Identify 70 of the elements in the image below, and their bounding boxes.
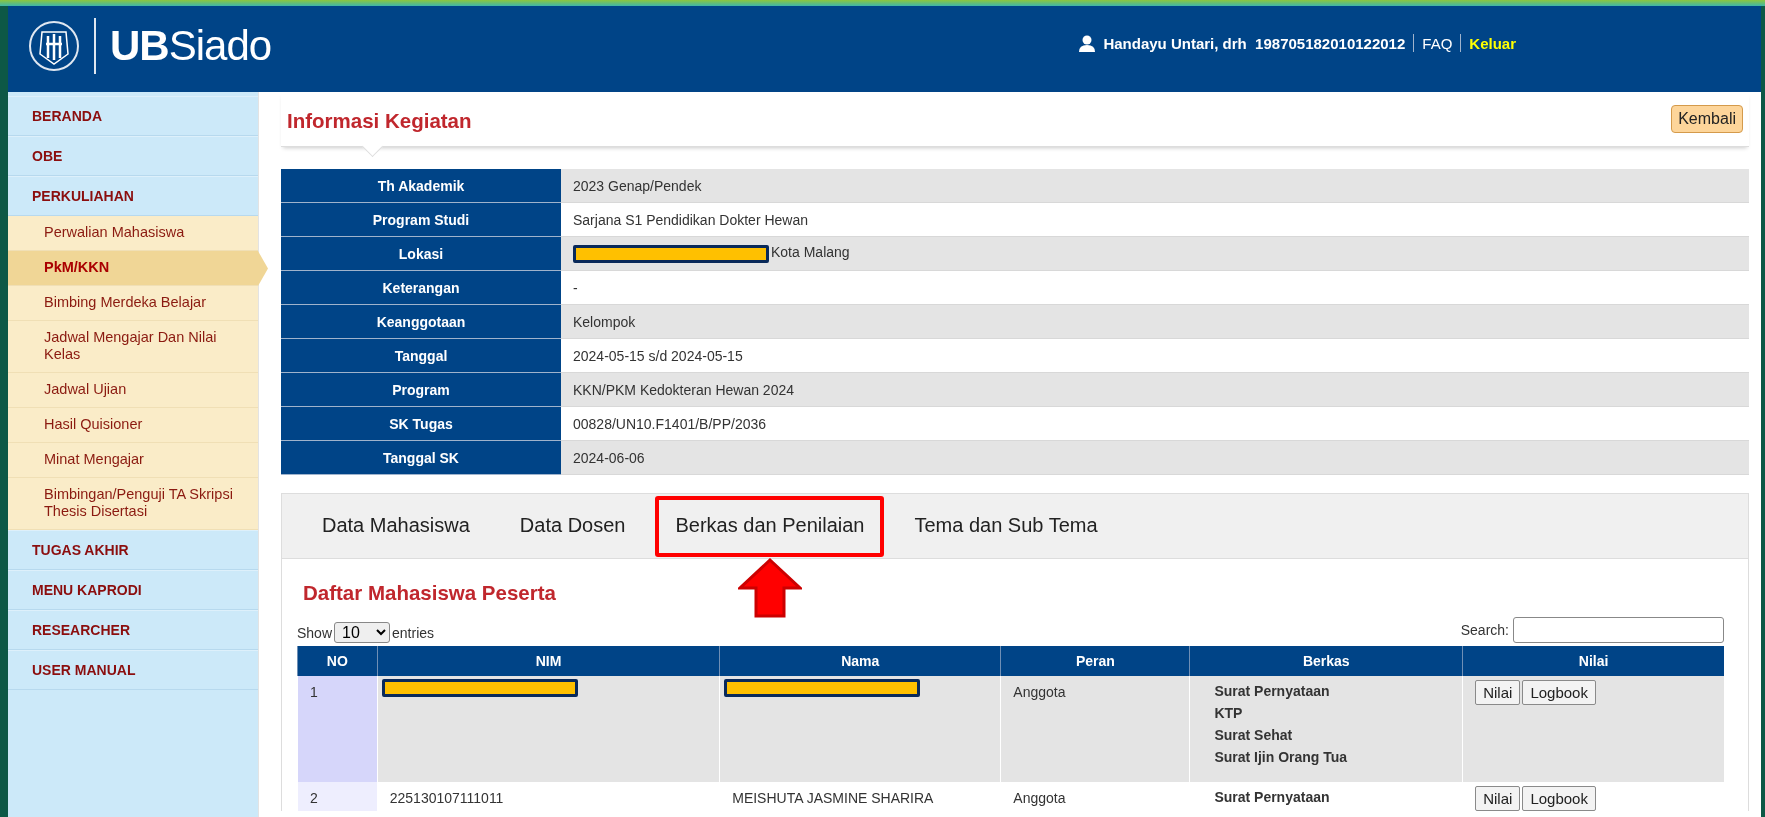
file-name: Surat Pernyataan xyxy=(1213,682,1331,701)
column-header: Nama xyxy=(719,646,1001,676)
university-emblem-icon xyxy=(28,18,80,74)
table-cell: 1 xyxy=(297,676,378,782)
action-button[interactable]: Logbook xyxy=(1522,786,1596,811)
sidebar-subitem[interactable]: Bimbing Merdeka Belajar xyxy=(8,286,258,321)
logo-text: UBSiado xyxy=(110,22,272,70)
column-header: Berkas xyxy=(1189,646,1463,676)
up-arrow-icon xyxy=(737,558,802,618)
sidebar-item[interactable]: OBE xyxy=(8,136,258,176)
file-name: Surat Sehat xyxy=(1213,726,1294,745)
sidebar-subitem[interactable]: Minat Mengajar xyxy=(8,443,258,478)
table-cell: Anggota xyxy=(1000,676,1190,782)
user-name: Handayu Untari, drh 198705182010122012 xyxy=(1103,34,1406,52)
info-value: 2023 Genap/Pendek xyxy=(561,169,1749,203)
info-value: 2024-06-06 xyxy=(561,440,1749,475)
tab[interactable]: Tema dan Sub Tema xyxy=(894,495,1118,557)
user-icon xyxy=(1079,34,1096,52)
info-value: Kelompok xyxy=(561,304,1749,339)
page-size-select[interactable]: 10 xyxy=(334,622,391,643)
info-label: Th Akademik xyxy=(281,169,561,203)
info-label: Tanggal SK xyxy=(281,440,561,475)
tab[interactable]: Data Mahasiswa xyxy=(302,495,490,557)
info-label: Keterangan xyxy=(281,270,561,305)
section-title: Daftar Mahasiswa Peserta xyxy=(303,581,557,605)
info-label: Tanggal xyxy=(281,338,561,373)
action-button[interactable]: Logbook xyxy=(1522,680,1596,705)
info-label: Keanggotaan xyxy=(281,304,561,339)
sidebar-item[interactable]: BERANDA xyxy=(8,96,258,136)
sidebar-subitem[interactable]: Bimbingan/Penguji TA Skripsi Thesis Disertasi xyxy=(8,478,258,530)
info-label: Program Studi xyxy=(281,202,561,237)
show-label: Show xyxy=(297,625,333,641)
info-label: Program xyxy=(281,372,561,407)
info-value: 00828/UN10.F1401/B/PP/2036 xyxy=(561,406,1749,441)
table-cell: 2 xyxy=(297,782,378,811)
header-link[interactable]: Keluar xyxy=(1469,34,1516,52)
sidebar-subitem[interactable]: PkM/KKN xyxy=(8,251,268,286)
action-button[interactable]: Nilai xyxy=(1475,680,1521,705)
info-value: Kota Malang xyxy=(771,244,850,261)
file-name: KTP xyxy=(1213,704,1244,723)
file-name: Surat Pernyataan xyxy=(1213,788,1331,807)
info-value: KKN/PKM Kedokteran Hewan 2024 xyxy=(561,372,1749,407)
entries-label: entries xyxy=(392,625,435,641)
sidebar-item[interactable]: MENU KAPRODI xyxy=(8,570,258,610)
column-header: Peran xyxy=(1000,646,1190,676)
back-button[interactable]: Kembali xyxy=(1671,105,1743,133)
column-header: NO xyxy=(297,646,378,676)
sidebar-subitem[interactable]: Jadwal Mengajar Dan Nilai Kelas xyxy=(8,321,258,373)
sidebar-subitem[interactable]: Perwalian Mahasiswa xyxy=(8,216,258,251)
sidebar-item[interactable]: RESEARCHER xyxy=(8,610,258,650)
column-header: Nilai xyxy=(1462,646,1724,676)
info-value: 2024-05-15 s/d 2024-05-15 xyxy=(561,338,1749,373)
search-label: Search: xyxy=(1460,621,1509,638)
page-title: Informasi Kegiatan xyxy=(287,109,472,133)
info-label: SK Tugas xyxy=(281,406,561,441)
sidebar-subitem[interactable]: Jadwal Ujian xyxy=(8,373,258,408)
info-label: Lokasi xyxy=(281,236,561,271)
sidebar-subitem[interactable]: Hasil Quisioner xyxy=(8,408,258,443)
header-link[interactable]: FAQ xyxy=(1422,34,1453,52)
action-button[interactable]: Nilai xyxy=(1475,786,1521,811)
info-value: - xyxy=(561,270,1749,305)
search-field[interactable] xyxy=(1513,617,1724,643)
sidebar-item[interactable]: USER MANUAL xyxy=(8,650,258,690)
info-value: Sarjana S1 Pendidikan Dokter Hewan xyxy=(561,202,1749,237)
sidebar-item[interactable]: TUGAS AKHIR xyxy=(8,530,258,570)
tab[interactable]: Berkas dan Penilaian xyxy=(655,495,885,557)
column-header: NIM xyxy=(377,646,720,676)
table-cell: 225130107111011 xyxy=(377,782,720,811)
file-name: Surat Ijin Orang Tua xyxy=(1213,748,1349,767)
tab[interactable]: Data Dosen xyxy=(499,495,646,557)
